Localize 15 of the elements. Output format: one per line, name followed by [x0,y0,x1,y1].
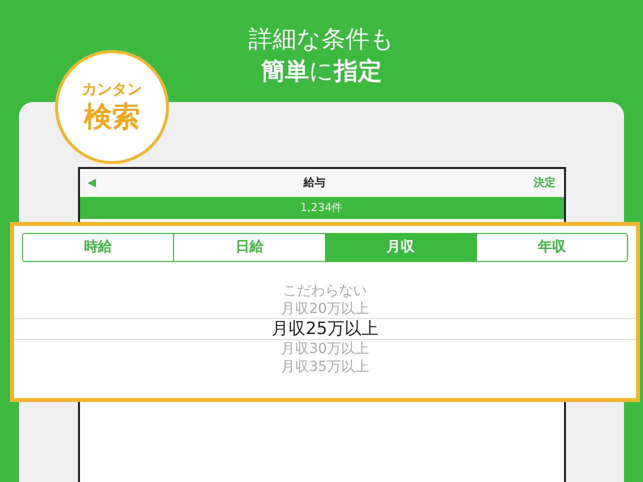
badge-text: カンタン [82,80,142,99]
badge-text: 検索 [84,98,140,134]
back-button[interactable]: ◀ [88,174,96,192]
headline-line: 詳細な条件も [248,24,394,54]
confirm-button[interactable]: 決定 [534,174,556,192]
headline-line: 簡単に指定 [261,56,382,86]
result-count: 1,234件 [300,200,343,216]
segment-tab[interactable]: 年収 [476,234,627,261]
picker-option[interactable]: こだわらない [283,282,367,300]
nav-title: 給与 [304,174,326,191]
segment-tab[interactable]: 月収 [324,234,476,261]
picker-option[interactable]: 月収35万以上 [281,358,369,376]
picker-option[interactable]: 月収20万以上 [281,300,369,318]
picker-option[interactable]: 月収25万以上 [272,320,378,338]
picker-option[interactable]: 月収30万以上 [281,340,369,358]
